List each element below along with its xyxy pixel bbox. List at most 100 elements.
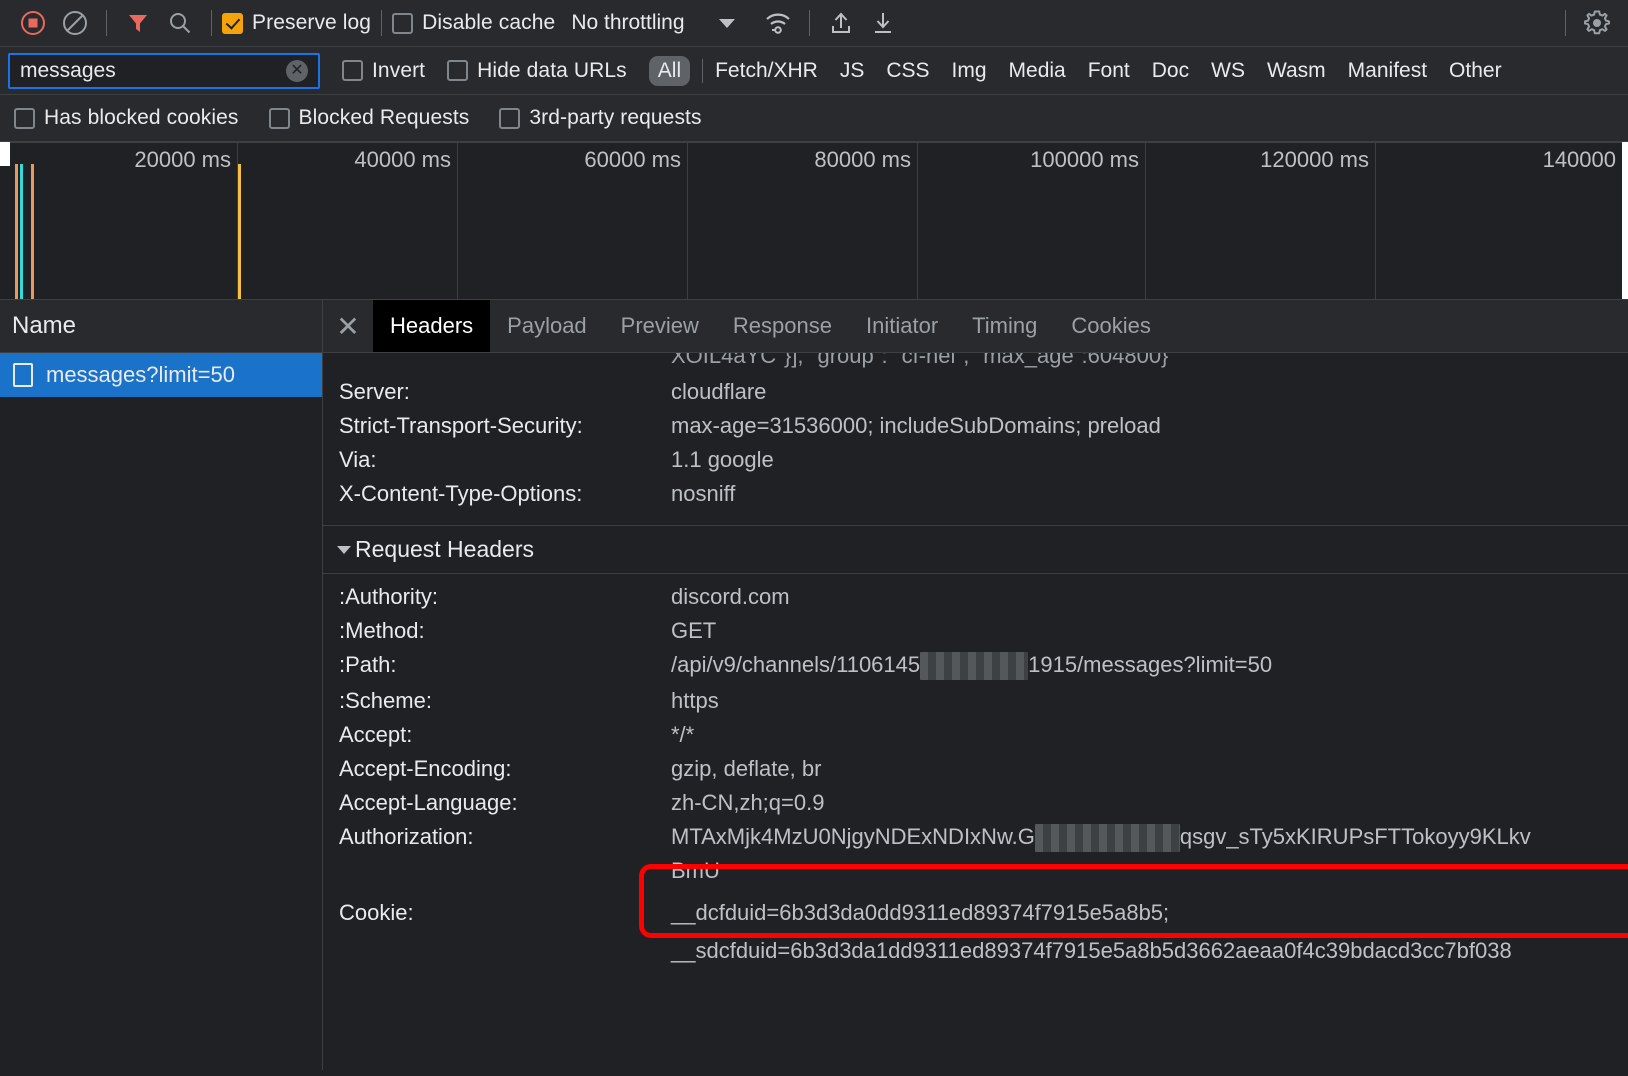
header-value: gzip, deflate, br [671, 756, 822, 782]
type-filter-all[interactable]: All [648, 55, 691, 86]
tab-preview[interactable]: Preview [604, 300, 716, 352]
request-list-column-header[interactable]: Name [0, 300, 322, 353]
clipped-response-header-line: XOIL4aYC"}], "group": "cf-nel", "max_age… [671, 353, 1169, 368]
type-filter-img[interactable]: Img [952, 59, 987, 83]
header-key: :Authority: [339, 584, 439, 609]
import-har-up-arrow-icon[interactable] [820, 2, 862, 44]
request-headers-section-header[interactable]: Request Headers [323, 525, 1628, 574]
invert-checkbox[interactable]: Invert [342, 59, 425, 83]
overview-tick-120000: 120000 ms [1146, 142, 1376, 299]
overview-tick-60000: 60000 ms [458, 142, 688, 299]
header-row-accept-language: Accept-Language: zh-CN,zh;q=0.9 [323, 786, 1628, 820]
clear-circle-slash-icon[interactable] [54, 2, 96, 44]
header-key: Authorization: [339, 824, 474, 850]
wifi-settings-icon[interactable] [757, 2, 799, 44]
close-detail-icon[interactable]: ✕ [323, 300, 373, 352]
blocked-requests-checkbox[interactable]: Blocked Requests [268, 106, 470, 130]
type-filter-other[interactable]: Other [1449, 59, 1502, 83]
request-detail-tabbar: ✕ Headers Payload Preview Response Initi… [323, 300, 1628, 353]
has-blocked-cookies-checkbox-box [14, 107, 35, 129]
request-list-pane: Name messages?limit=50 [0, 300, 323, 1070]
header-key: :Scheme: [339, 688, 432, 714]
throttling-label: No throttling [571, 11, 685, 34]
overview-tick-20000: 20000 ms [0, 142, 238, 299]
toolbar-divider-1 [106, 10, 107, 36]
header-value: GET [671, 618, 717, 643]
tab-timing[interactable]: Timing [955, 300, 1054, 352]
header-key: :Method: [339, 618, 425, 643]
request-list-row[interactable]: messages?limit=50 [0, 353, 322, 397]
search-magnifier-icon[interactable] [159, 2, 201, 44]
toolbar-divider-3 [381, 10, 383, 36]
triangle-down-icon [337, 545, 351, 554]
filter-input-value: messages [20, 58, 116, 82]
type-filter-doc[interactable]: Doc [1152, 59, 1189, 83]
type-filter-css[interactable]: CSS [886, 59, 929, 83]
header-key: Accept-Language: [339, 790, 518, 816]
disable-cache-label: Disable cache [422, 11, 556, 34]
overview-event-line-marker [238, 164, 241, 299]
overview-tick-40000: 40000 ms [238, 142, 458, 299]
has-blocked-cookies-label: Has blocked cookies [44, 106, 239, 129]
authorization-value-line2: BmU [671, 858, 720, 884]
overview-tick-100000: 100000 ms [918, 142, 1146, 299]
tab-payload[interactable]: Payload [490, 300, 604, 352]
type-filter-media[interactable]: Media [1009, 59, 1066, 83]
type-filter-wasm[interactable]: Wasm [1267, 59, 1326, 83]
gear-settings-icon[interactable] [1576, 2, 1618, 44]
overview-tick-80000: 80000 ms [688, 142, 918, 299]
toolbar-divider-2 [211, 10, 212, 36]
header-key: Via: [339, 447, 377, 472]
hide-data-urls-checkbox-box [447, 60, 469, 81]
export-har-down-arrow-icon[interactable] [862, 2, 904, 44]
record-stop-icon[interactable] [12, 2, 54, 44]
header-value: zh-CN,zh;q=0.9 [671, 790, 825, 816]
hide-data-urls-checkbox[interactable]: Hide data URLs [447, 59, 627, 83]
network-overview-timeline[interactable]: 20000 ms 40000 ms 60000 ms 80000 ms 1000… [0, 142, 1628, 300]
headers-scroll-area[interactable]: XOIL4aYC"}], "group": "cf-nel", "max_age… [323, 353, 1628, 1070]
overview-tick-140000: 140000 [1542, 147, 1616, 172]
header-key: Server: [339, 379, 410, 404]
header-value: nosniff [671, 481, 736, 506]
has-blocked-cookies-checkbox[interactable]: Has blocked cookies [14, 106, 239, 130]
tab-initiator[interactable]: Initiator [849, 300, 955, 352]
clear-filter-icon[interactable]: ✕ [286, 59, 308, 82]
devtools-network-panel: Preserve log Disable cache No throttling [0, 0, 1628, 1076]
throttling-dropdown[interactable]: No throttling [571, 11, 735, 35]
invert-label: Invert [372, 58, 426, 82]
redaction-overlay-path [920, 652, 1029, 681]
tab-response[interactable]: Response [716, 300, 849, 352]
type-filter-ws[interactable]: WS [1211, 59, 1245, 83]
disable-cache-checkbox[interactable]: Disable cache [392, 11, 555, 35]
type-filter-manifest[interactable]: Manifest [1348, 59, 1427, 83]
tab-headers[interactable]: Headers [373, 300, 491, 352]
type-filter-js[interactable]: JS [840, 59, 865, 83]
disable-cache-checkbox-box [392, 12, 414, 34]
header-value: https [671, 688, 719, 714]
third-party-requests-label: 3rd-party requests [529, 106, 702, 129]
blocked-requests-label: Blocked Requests [298, 106, 470, 129]
path-value-prefix: /api/v9/channels/1106145 [671, 652, 921, 677]
third-party-requests-checkbox[interactable]: 3rd-party requests [499, 106, 701, 130]
preserve-log-checkbox[interactable]: Preserve log [222, 11, 371, 35]
filter-toolbar: messages ✕ Invert Hide data URLs All Fet… [0, 47, 1628, 95]
header-row-server: Server: cloudflare [323, 375, 1628, 409]
overview-selection-handle-left[interactable] [0, 142, 10, 166]
funnel-filter-icon[interactable] [117, 2, 159, 44]
header-value: 1.1 google [671, 447, 774, 472]
type-filter-font[interactable]: Font [1088, 59, 1130, 83]
type-filter-fetch-xhr[interactable]: Fetch/XHR [715, 59, 818, 83]
header-row-scheme: :Scheme: https [323, 684, 1628, 718]
header-key: :Path: [339, 652, 397, 677]
request-headers-section-title: Request Headers [355, 536, 534, 562]
overview-selection-handle-right[interactable] [1622, 142, 1628, 299]
filter-input[interactable]: messages ✕ [8, 52, 320, 89]
header-value: MTAxMjk4MzU0NjgyNDExNDIxNw.G qsgv_sTy5xKI… [671, 824, 1551, 884]
toolbar-divider-4 [808, 10, 810, 36]
header-row-cookie: Cookie: __dcfduid=6b3d3da0dd9311ed89374f… [323, 888, 1628, 968]
tab-cookies[interactable]: Cookies [1054, 300, 1167, 352]
header-value: max-age=31536000; includeSubDomains; pre… [671, 413, 1161, 438]
request-name-label: messages?limit=50 [46, 362, 235, 387]
overview-event-line-dcl-2 [31, 164, 34, 299]
path-value-suffix: 1915/messages?limit=50 [1028, 652, 1273, 677]
